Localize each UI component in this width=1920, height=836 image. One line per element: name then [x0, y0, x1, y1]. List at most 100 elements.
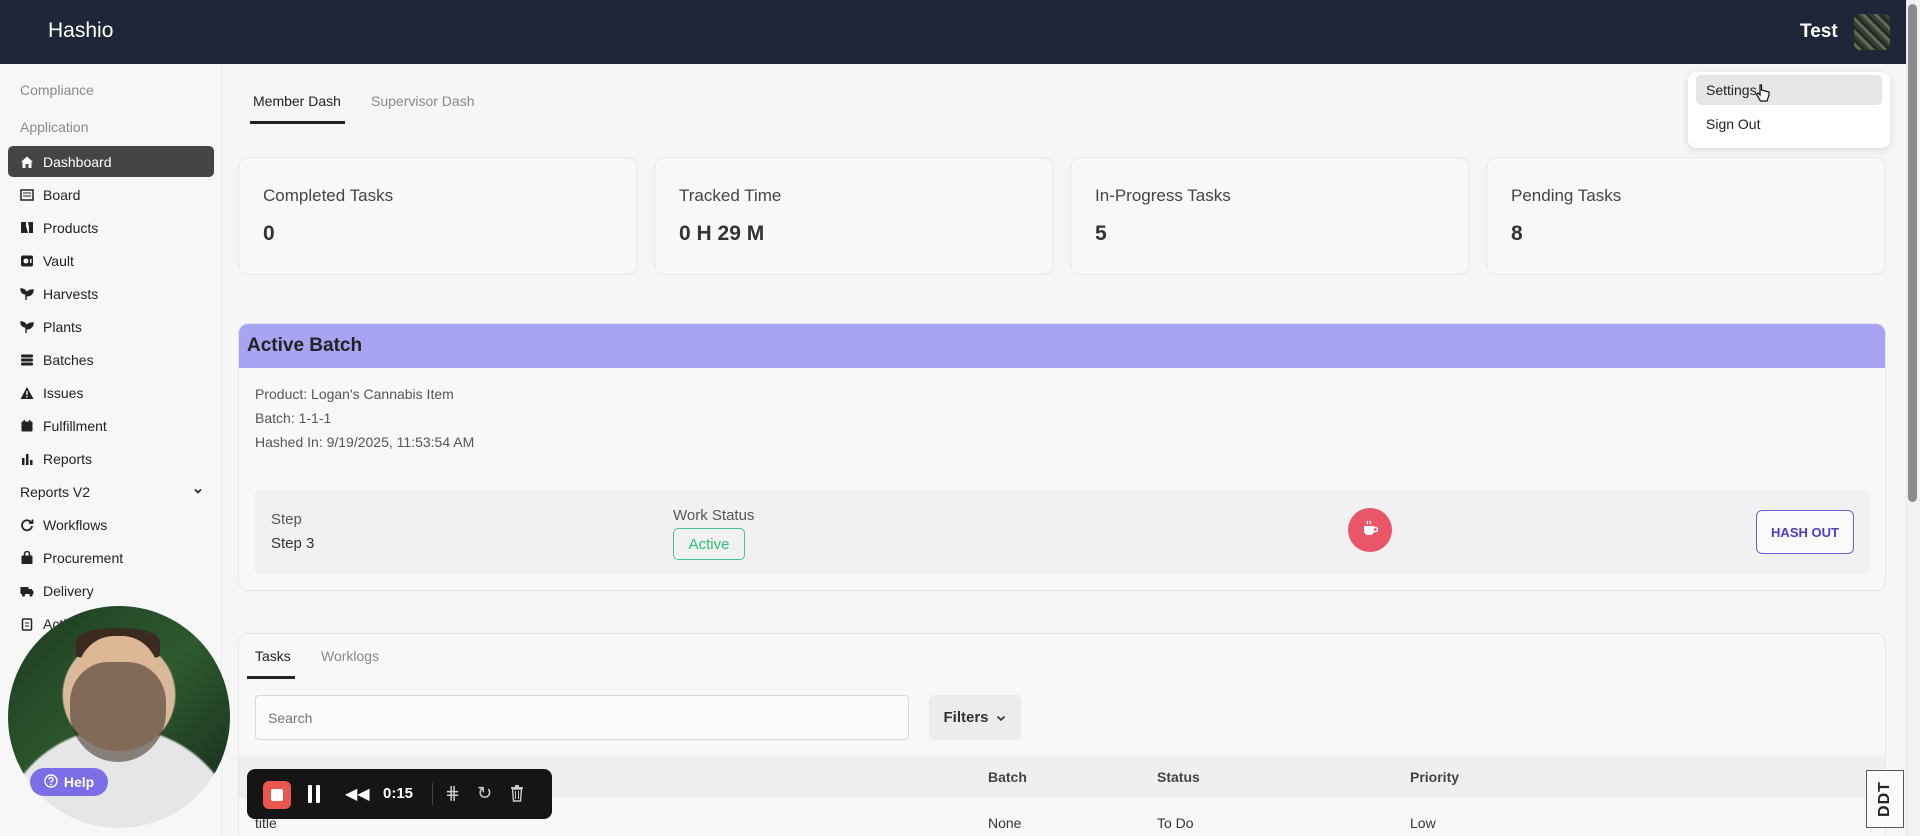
sidebar-item-products[interactable]: Products [8, 212, 214, 243]
tab-active-underline [250, 121, 345, 124]
tab-supervisor-dash[interactable]: Supervisor Dash [371, 93, 475, 109]
sidebar-item-harvests[interactable]: Harvests [8, 278, 214, 309]
active-batch-step-row: Step Step 3 Work Status Active HASH OUT [255, 490, 1871, 574]
sidebar-item-label: Batches [43, 351, 94, 368]
stat-card-in-progress-tasks: In-Progress Tasks 5 [1070, 157, 1470, 275]
task-batch-cell: None [988, 815, 1022, 831]
bar-chart-icon [20, 452, 34, 466]
task-status-cell: To Do [1157, 815, 1194, 831]
user-name[interactable]: Test [1800, 21, 1838, 43]
sidebar-item-label: Products [43, 219, 99, 236]
sidebar-item-fulfillment[interactable]: Fulfillment [8, 410, 214, 441]
section-label-compliance[interactable]: Compliance [20, 82, 94, 98]
search-input[interactable] [255, 695, 909, 740]
sidebar-item-reports[interactable]: Reports [8, 443, 214, 474]
vault-icon [20, 254, 34, 268]
chevron-down-icon [192, 484, 204, 500]
stat-card-tracked-time: Tracked Time 0 H 29 M [654, 157, 1054, 275]
sidebar-item-label: Board [43, 186, 81, 203]
divider [432, 783, 433, 805]
calendar-icon [20, 419, 34, 433]
column-header-status[interactable]: Status [1157, 769, 1200, 785]
sidebar-item-procurement[interactable]: Procurement [8, 542, 214, 573]
grid-icon[interactable]: ⋕ [445, 783, 460, 804]
sidebar-item-plants[interactable]: Plants [8, 311, 214, 342]
menu-item-sign-out[interactable]: Sign Out [1696, 109, 1882, 139]
recording-time: 0:15 [383, 785, 414, 802]
sidebar-item-dashboard[interactable]: Dashboard [8, 146, 214, 177]
sidebar-item-label: Reports [43, 450, 93, 467]
board-icon [20, 188, 34, 202]
sidebar-item-label: Procurement [43, 549, 124, 566]
sidebar-item-label: Reports V2 [20, 483, 91, 500]
tab-worklogs[interactable]: Worklogs [321, 648, 379, 664]
stop-recording-button[interactable] [263, 781, 291, 809]
filters-button[interactable]: Filters [929, 695, 1021, 740]
rewind-icon[interactable]: ◀◀ [345, 784, 370, 804]
hash-out-button[interactable]: HASH OUT [1756, 510, 1854, 554]
sprout-icon [20, 320, 34, 334]
sidebar-item-vault[interactable]: Vault [8, 245, 214, 276]
column-header-batch[interactable]: Batch [988, 769, 1027, 785]
step-value: Step 3 [271, 535, 315, 552]
sidebar-item-label: Issues [43, 384, 84, 401]
filters-label: Filters [943, 709, 989, 726]
help-button[interactable]: Help [30, 768, 108, 796]
sidebar-item-board[interactable]: Board [8, 179, 214, 210]
sidebar-item-delivery[interactable]: Delivery [8, 575, 214, 606]
stat-label: In-Progress Tasks [1095, 186, 1231, 205]
stat-card-completed-tasks: Completed Tasks 0 [238, 157, 638, 275]
sidebar-item-label: Delivery [43, 582, 94, 599]
stat-value: 0 H 29 M [679, 222, 765, 245]
warning-icon [20, 386, 34, 400]
status-badge: Active [673, 528, 745, 560]
stat-card-pending-tasks: Pending Tasks 8 [1486, 157, 1886, 275]
sprout-icon [20, 287, 34, 301]
watermark-logo: DDT [1866, 770, 1904, 828]
active-batch-hashed-in: Hashed In: 9/19/2025, 11:53:54 AM [255, 434, 475, 450]
scrollbar-thumb[interactable] [1908, 4, 1917, 502]
coffee-icon [1360, 518, 1380, 543]
active-batch-title: Active Batch [247, 335, 363, 356]
tab-tasks[interactable]: Tasks [255, 648, 291, 664]
sidebar-item-label: Fulfillment [43, 417, 107, 434]
avatar[interactable] [1854, 14, 1890, 50]
flask-icon [20, 221, 34, 235]
top-bar: Hashio Test [0, 0, 1920, 64]
section-label-application[interactable]: Application [20, 119, 89, 135]
sidebar-item-reports-v2[interactable]: Reports V2 [8, 476, 214, 507]
pause-icon[interactable] [307, 785, 321, 803]
sidebar-item-label: Plants [43, 318, 82, 335]
app-title[interactable]: Hashio [48, 19, 113, 43]
break-button[interactable] [1348, 508, 1392, 552]
active-batch-batch: Batch: 1-1-1 [255, 410, 332, 426]
cursor-icon [1755, 84, 1771, 109]
sidebar-item-batches[interactable]: Batches [8, 344, 214, 375]
clipboard-icon [20, 617, 34, 631]
sidebar-item-label: Vault [43, 252, 74, 269]
stack-icon [20, 353, 34, 367]
work-status-label: Work Status [673, 507, 755, 524]
restart-icon[interactable]: ↻ [477, 783, 492, 804]
active-batch-product: Product: Logan's Cannabis Item [255, 386, 454, 402]
stat-label: Pending Tasks [1511, 186, 1622, 205]
tab-active-underline [247, 676, 295, 679]
help-label: Help [63, 774, 95, 790]
active-batch-header: Active Batch [239, 324, 1885, 368]
tab-member-dash[interactable]: Member Dash [253, 93, 341, 109]
user-menu: Settings Sign Out [1688, 72, 1890, 148]
sidebar-item-workflows[interactable]: Workflows [8, 509, 214, 540]
question-icon [44, 773, 58, 791]
column-header-priority[interactable]: Priority [1410, 769, 1459, 785]
menu-item-settings[interactable]: Settings [1696, 75, 1882, 105]
watermark-text: DDT [1875, 781, 1893, 817]
sidebar-item-label: Harvests [43, 285, 99, 302]
step-label: Step [271, 511, 302, 528]
truck-icon [20, 584, 34, 598]
stat-value: 5 [1095, 222, 1107, 245]
trash-icon[interactable] [509, 784, 525, 807]
active-batch-panel: Active Batch Product: Logan's Cannabis I… [238, 323, 1886, 591]
bag-icon [20, 550, 34, 565]
workflow-icon [20, 518, 34, 532]
sidebar-item-issues[interactable]: Issues [8, 377, 214, 408]
